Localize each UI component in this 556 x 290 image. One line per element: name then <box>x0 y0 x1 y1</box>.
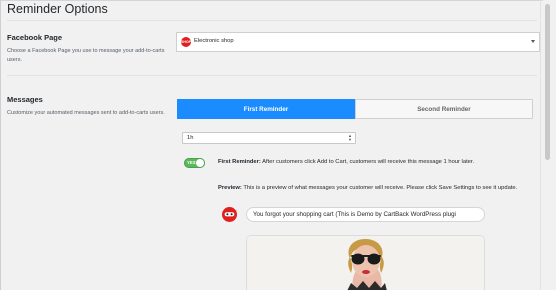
toggle-label: YES <box>187 160 196 165</box>
section-divider <box>7 75 537 76</box>
product-preview-image <box>246 235 485 290</box>
selected-page-name: Electronic shop <box>194 38 234 44</box>
reminder-info-text: After customers click Add to Cart, custo… <box>262 159 475 165</box>
content-right-border <box>540 0 541 290</box>
select-arrows-icon: ▲ ▼ <box>348 133 352 142</box>
message-preview-text: You forgot your shopping cart (This is D… <box>253 211 456 218</box>
preview-info-text: This is a preview of what messages your … <box>243 185 518 191</box>
preview-info-label: Preview: <box>218 185 242 191</box>
title-divider <box>7 20 537 21</box>
page-title: Reminder Options <box>7 2 108 16</box>
shop-logo-icon: SHOP <box>181 37 191 47</box>
preview-info: Preview: This is a preview of what messa… <box>218 185 517 191</box>
facebook-page-select[interactable]: SHOP Electronic shop <box>176 32 540 52</box>
facebook-page-description: Choose a Facebook Page you use to messag… <box>7 48 165 63</box>
reminder-info: First Reminder: After customers click Ad… <box>218 159 474 165</box>
reminder-enabled-toggle[interactable]: YES <box>184 158 205 168</box>
messages-title: Messages <box>7 95 43 104</box>
toggle-knob <box>196 159 204 167</box>
window-top-border <box>0 0 556 1</box>
messages-description: Customize your automated messages sent t… <box>7 110 165 116</box>
reminder-delay-value: 1h <box>187 135 194 141</box>
tab-first-reminder[interactable]: First Reminder <box>177 99 355 119</box>
reminder-info-label: First Reminder: <box>218 159 261 165</box>
woman-sunglasses-photo <box>247 236 484 290</box>
bot-avatar-icon <box>222 207 237 222</box>
chevron-down-icon <box>531 40 535 43</box>
message-preview-bubble: You forgot your shopping cart (This is D… <box>246 207 485 222</box>
facebook-page-title: Facebook Page <box>7 33 63 42</box>
reminder-delay-select[interactable]: 1h ▲ ▼ <box>182 132 356 144</box>
window-left-border <box>0 0 1 290</box>
tab-second-reminder[interactable]: Second Reminder <box>355 99 533 119</box>
scrollbar-thumb[interactable] <box>545 4 550 160</box>
